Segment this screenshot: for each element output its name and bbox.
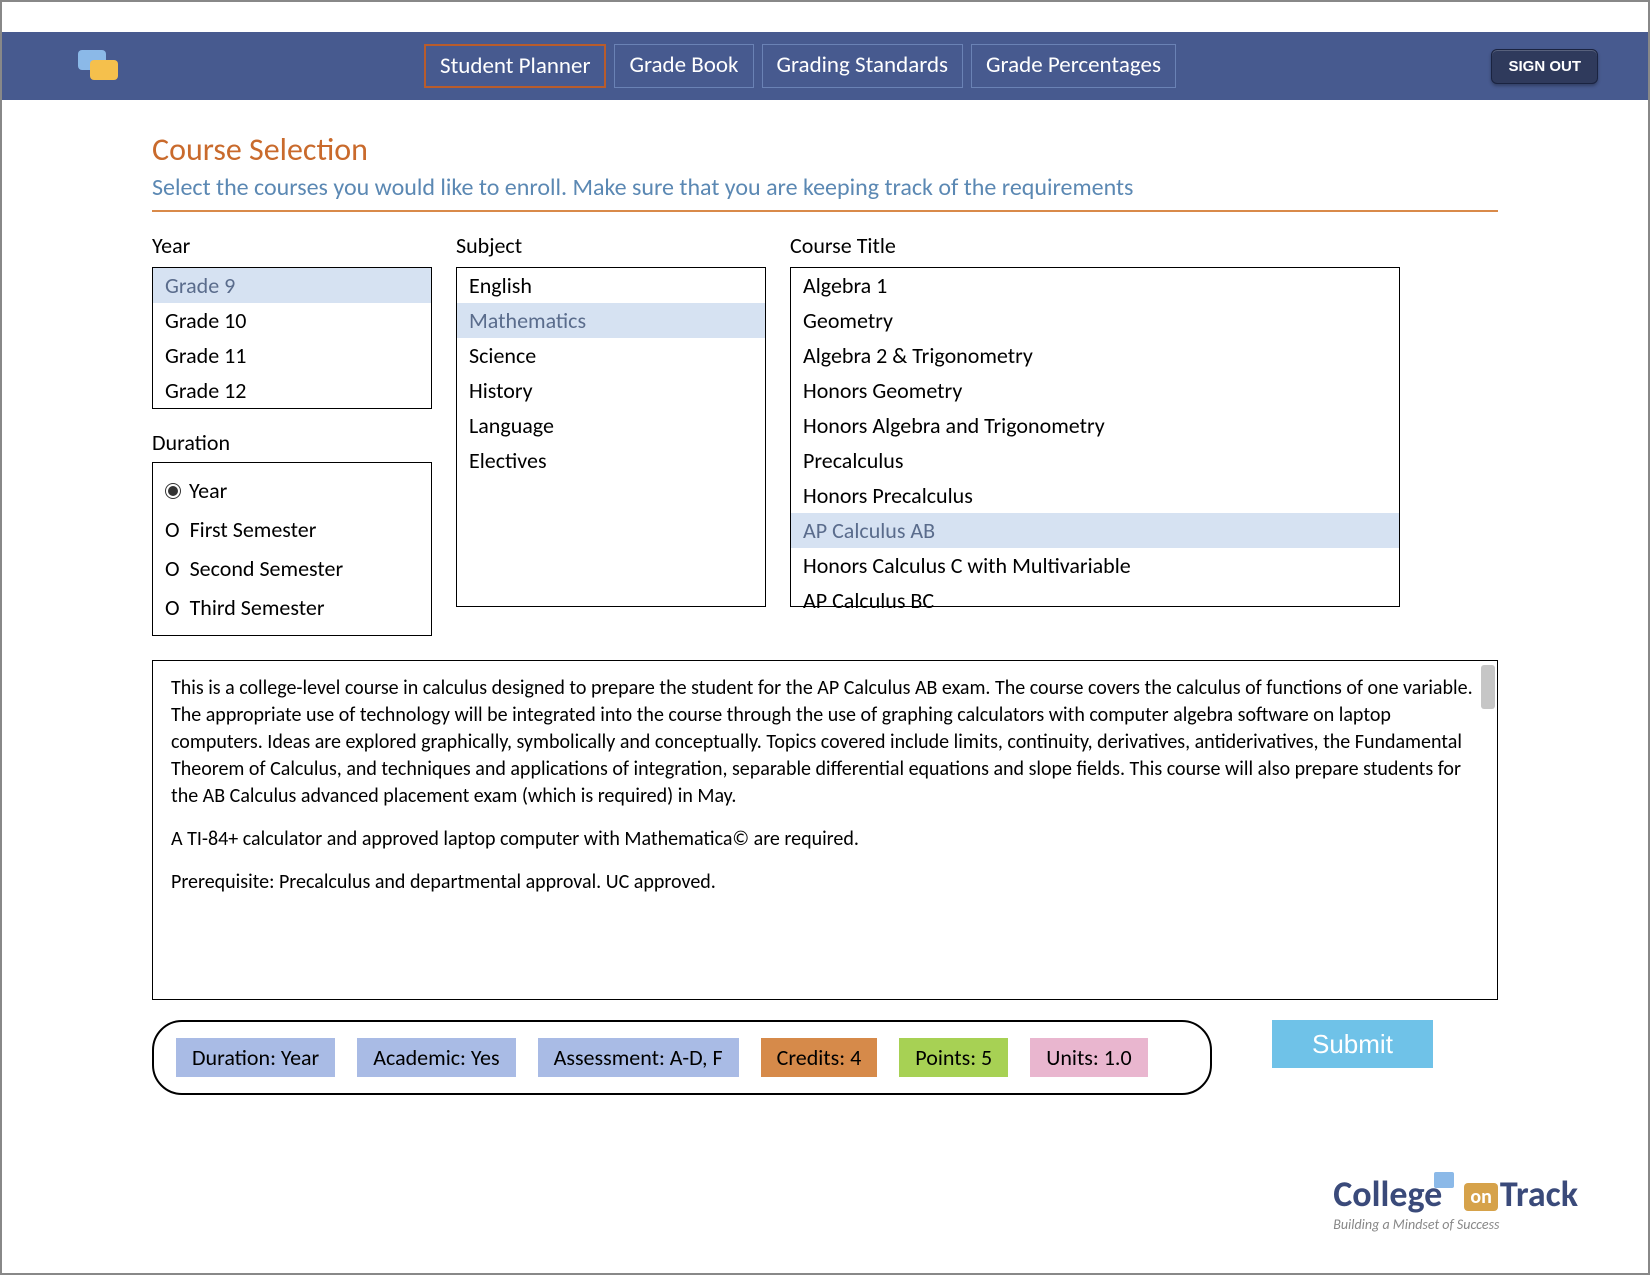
nav-tab-grade-book[interactable]: Grade Book (614, 44, 753, 88)
course-description: This is a college-level course in calcul… (152, 660, 1498, 1000)
summary-assessment: Assessment: A-D, F (538, 1038, 739, 1077)
radio-icon: O (165, 555, 180, 582)
course-item[interactable]: Honors Calculus C with Multivariable (791, 548, 1399, 583)
logo-square-icon (1434, 1172, 1454, 1188)
subject-item[interactable]: Electives (457, 443, 765, 478)
logo-text-2: Track (1500, 1172, 1578, 1216)
subject-listbox[interactable]: EnglishMathematicsScienceHistoryLanguage… (456, 267, 766, 607)
subject-item[interactable]: Science (457, 338, 765, 373)
course-label: Course Title (790, 232, 1400, 259)
nav-tabs: Student PlannerGrade BookGrading Standar… (424, 44, 1176, 88)
submit-button[interactable]: Submit (1272, 1020, 1433, 1068)
radio-icon: O (165, 594, 180, 621)
course-item[interactable]: Honors Geometry (791, 373, 1399, 408)
logo-on-badge: on (1464, 1183, 1497, 1211)
description-p3: Prerequisite: Precalculus and department… (171, 869, 1479, 896)
duration-option[interactable]: OFirst Semester (165, 510, 419, 549)
subject-item[interactable]: English (457, 268, 765, 303)
nav-tab-student-planner[interactable]: Student Planner (424, 44, 606, 88)
logo-text-1: College (1333, 1172, 1442, 1216)
sign-out-button[interactable]: SIGN OUT (1491, 49, 1598, 84)
nav-tab-grade-percentages[interactable]: Grade Percentages (971, 44, 1176, 88)
scrollbar-thumb[interactable] (1481, 665, 1495, 709)
course-item[interactable]: Honors Algebra and Trigonometry (791, 408, 1399, 443)
duration-label: Duration (152, 429, 432, 456)
year-listbox[interactable]: Grade 9Grade 10Grade 11Grade 12 (152, 267, 432, 409)
logo-tagline: Building a Mindset of Success (1333, 1216, 1578, 1233)
course-listbox[interactable]: Algebra 1GeometryAlgebra 2 & Trigonometr… (790, 267, 1400, 607)
course-item[interactable]: Geometry (791, 303, 1399, 338)
summary-credits: Credits: 4 (761, 1038, 878, 1077)
duration-option[interactable]: OSecond Semester (165, 549, 419, 588)
subject-item[interactable]: History (457, 373, 765, 408)
subject-item[interactable]: Mathematics (457, 303, 765, 338)
subject-label: Subject (456, 232, 766, 259)
duration-radio-group: YearOFirst SemesterOSecond SemesterOThir… (152, 462, 432, 636)
description-p2: A TI-84+ calculator and approved laptop … (171, 826, 1479, 853)
year-item[interactable]: Grade 12 (153, 373, 431, 408)
year-item[interactable]: Grade 10 (153, 303, 431, 338)
radio-icon: O (165, 516, 180, 543)
top-nav-bar: Student PlannerGrade BookGrading Standar… (2, 32, 1648, 100)
summary-duration: Duration: Year (176, 1038, 335, 1077)
subject-item[interactable]: Language (457, 408, 765, 443)
summary-points: Points: 5 (899, 1038, 1008, 1077)
page-subtitle: Select the courses you would like to enr… (152, 173, 1498, 202)
page-title: Course Selection (152, 130, 1498, 169)
divider (152, 210, 1498, 212)
course-item[interactable]: AP Calculus BC (791, 583, 1399, 618)
duration-option[interactable]: Year (165, 471, 419, 510)
description-p1: This is a college-level course in calcul… (171, 675, 1479, 810)
course-item[interactable]: AP Calculus AB (791, 513, 1399, 548)
nav-tab-grading-standards[interactable]: Grading Standards (762, 44, 964, 88)
summary-units: Units: 1.0 (1030, 1038, 1147, 1077)
summary-academic: Academic: Yes (357, 1038, 515, 1077)
year-item[interactable]: Grade 9 (153, 268, 431, 303)
year-item[interactable]: Grade 11 (153, 338, 431, 373)
duration-option[interactable]: OThird Semester (165, 588, 419, 627)
chat-icon[interactable] (76, 46, 124, 86)
year-label: Year (152, 232, 432, 259)
radio-icon (165, 483, 181, 499)
summary-bar: Duration: Year Academic: Yes Assessment:… (152, 1020, 1212, 1095)
course-item[interactable]: Precalculus (791, 443, 1399, 478)
course-item[interactable]: Algebra 2 & Trigonometry (791, 338, 1399, 373)
course-item[interactable]: Algebra 1 (791, 268, 1399, 303)
logo: College onTrack Building a Mindset of Su… (1333, 1172, 1578, 1233)
course-item[interactable]: Honors Precalculus (791, 478, 1399, 513)
